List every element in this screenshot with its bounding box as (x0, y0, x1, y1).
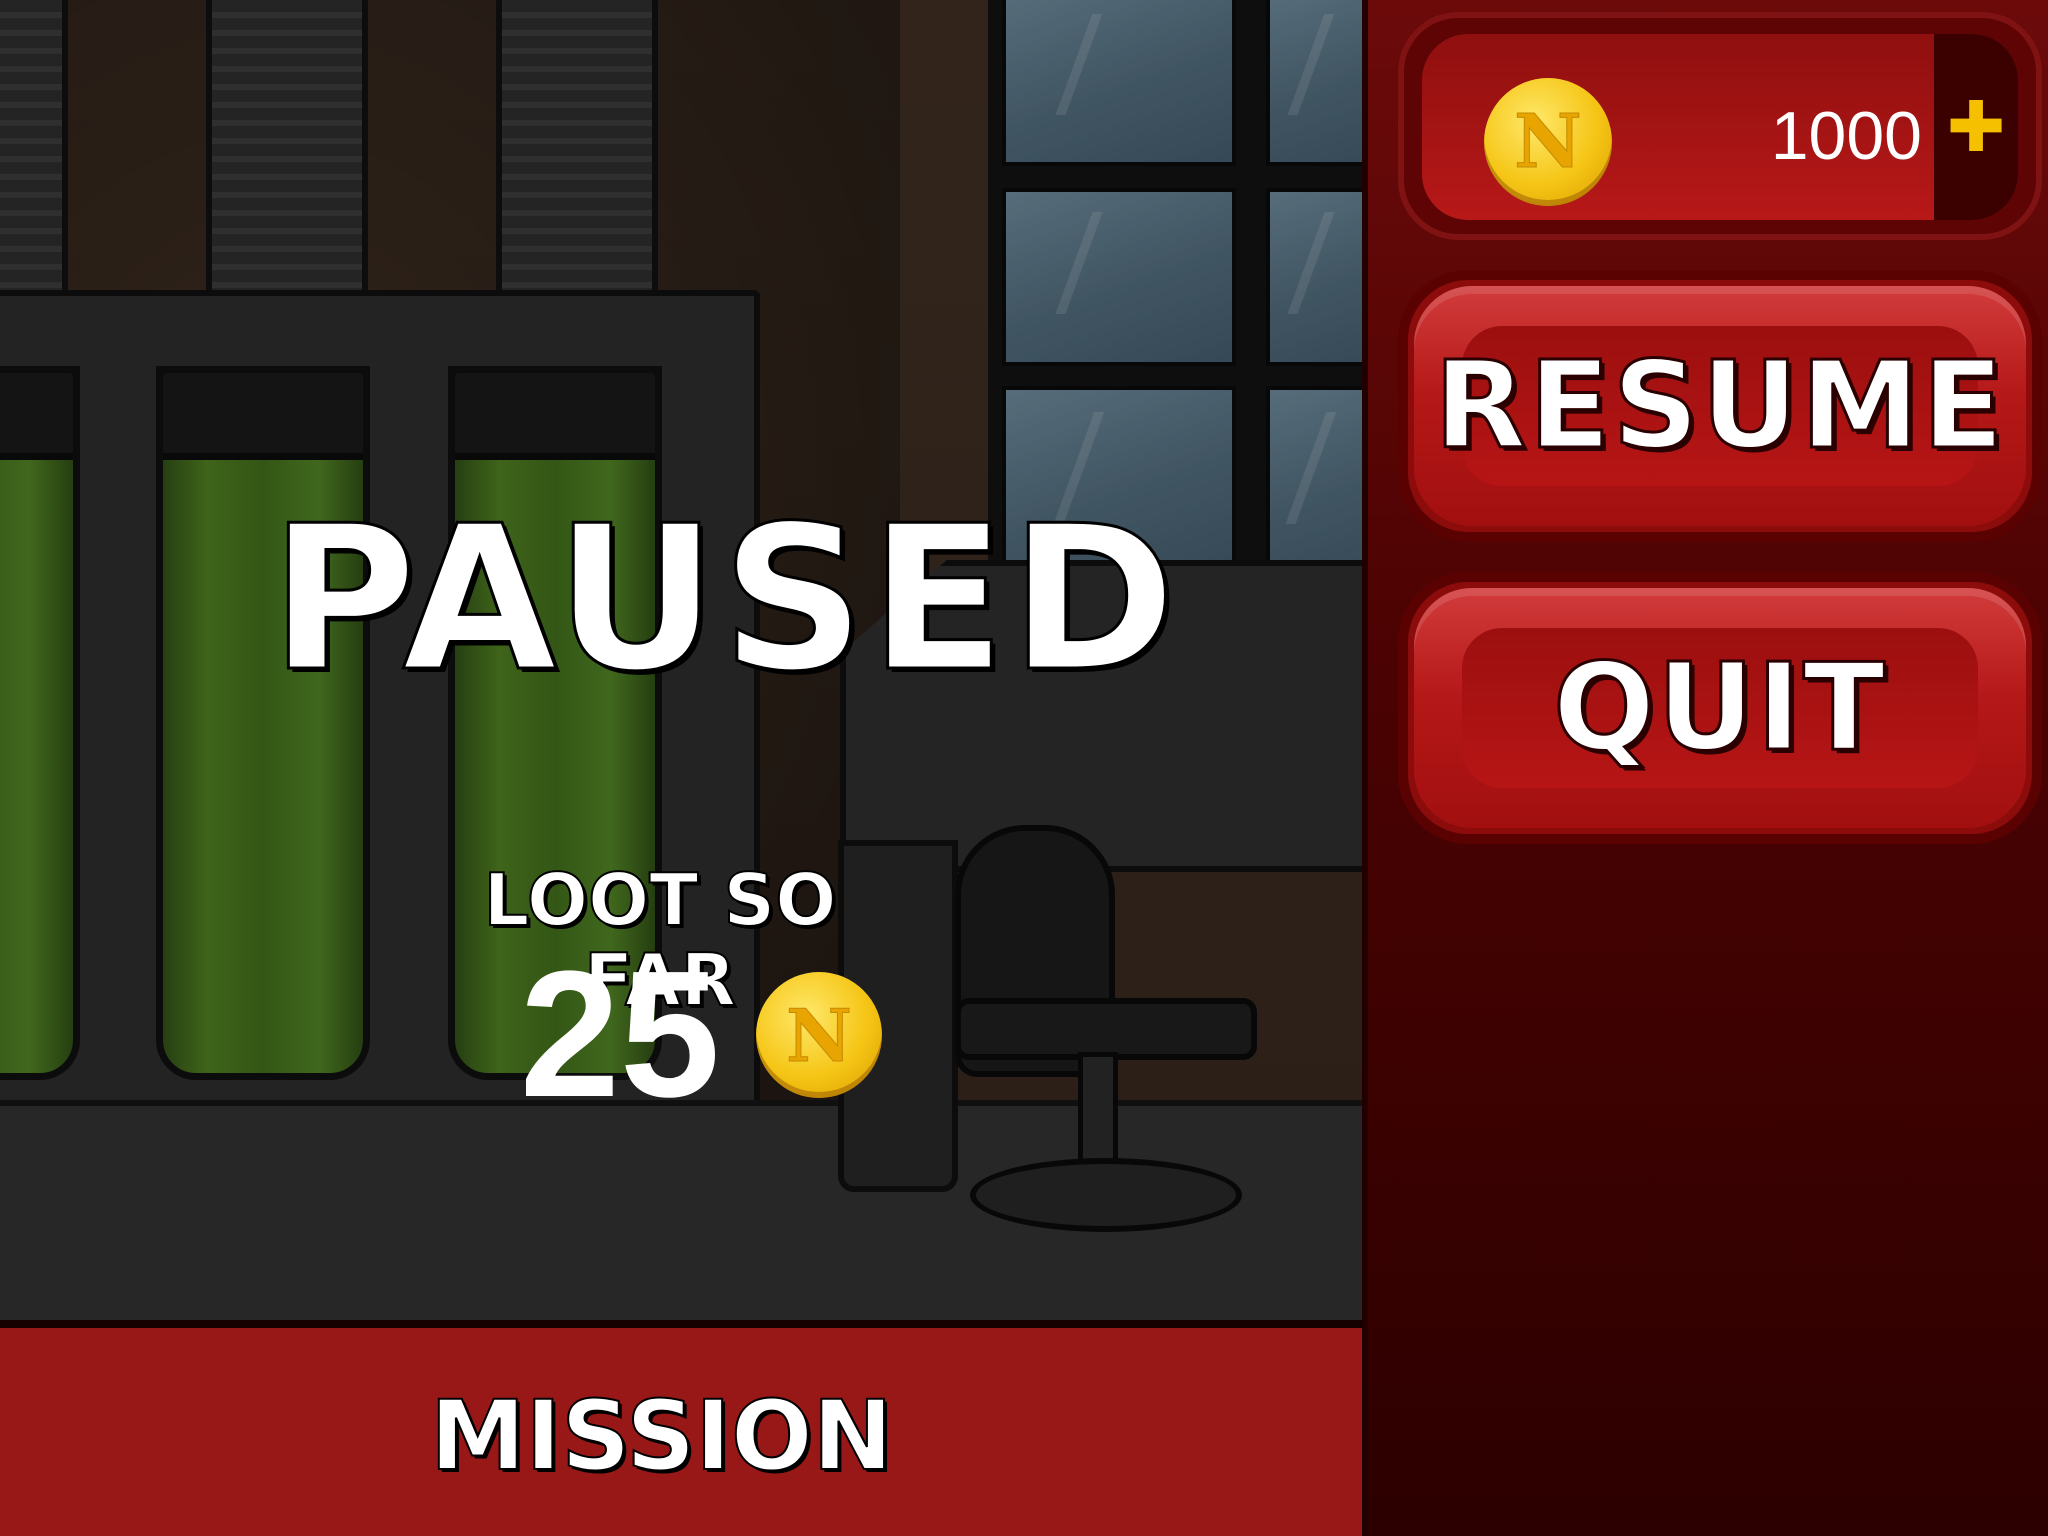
currency-inner: N 1000 ✚ (1422, 34, 2018, 220)
resume-label: RESUME (1433, 335, 2006, 477)
game-scene: PAUSED LOOT SO FAR 25 N (0, 0, 1362, 1536)
coin-letter: N (786, 992, 853, 1078)
loot-value: 25 (519, 934, 720, 1135)
mission-label: MISSION (429, 1380, 894, 1492)
pause-menu-panel: N 1000 ✚ RESUME QUIT (1362, 0, 2048, 1536)
coin-letter: N (1514, 99, 1583, 186)
resume-button[interactable]: RESUME (1398, 270, 2042, 542)
paused-title: PAUSED (269, 483, 1180, 716)
currency-display: N 1000 ✚ (1398, 12, 2042, 240)
add-coins-button[interactable]: ✚ (1934, 34, 2018, 220)
coin-icon: N (1484, 78, 1612, 206)
quit-button[interactable]: QUIT (1398, 572, 2042, 844)
plus-icon: ✚ (1946, 86, 2006, 168)
quit-label: QUIT (1552, 637, 1887, 779)
currency-amount: 1000 (1770, 98, 1922, 174)
mission-bar[interactable]: MISSION (0, 1320, 1362, 1536)
coin-icon: N (756, 972, 882, 1098)
